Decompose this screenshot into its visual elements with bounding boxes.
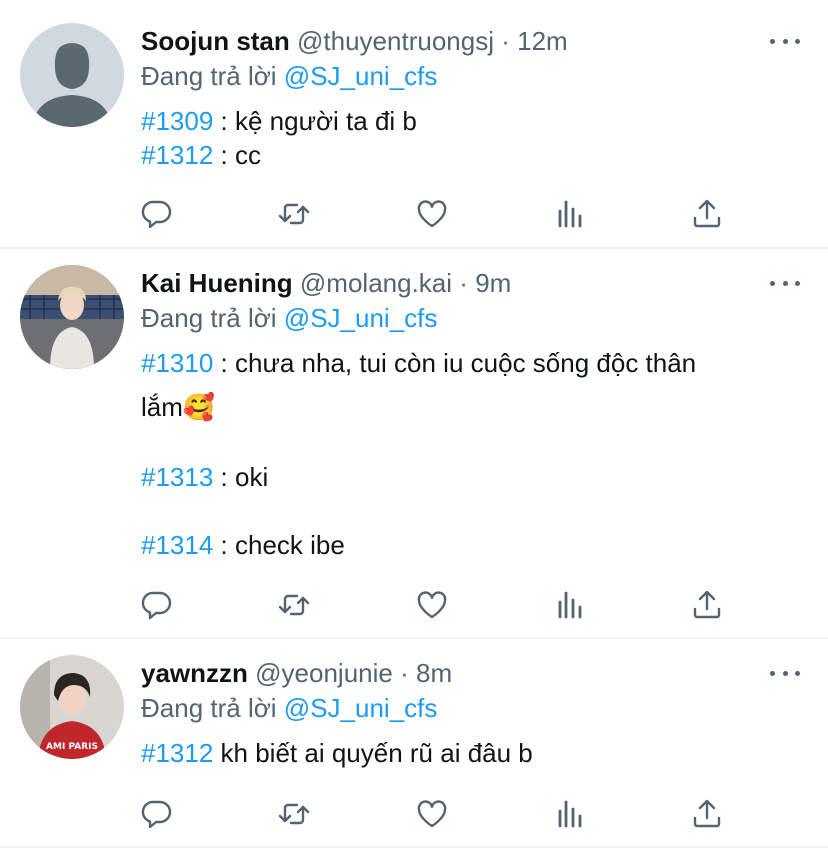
- analytics-icon[interactable]: [553, 797, 587, 831]
- tweet-line: #1313 : oki: [141, 460, 798, 494]
- default-avatar-icon: [20, 23, 124, 127]
- timestamp[interactable]: 12m: [517, 26, 568, 56]
- tweet[interactable]: Soojun stan @thuyentruongsj · 12m Đang t…: [0, 0, 828, 248]
- reply-mention-link[interactable]: @SJ_uni_cfs: [284, 303, 438, 333]
- reply-icon[interactable]: [140, 588, 174, 622]
- tweet-text: #1310 : chưa nha, tui còn iu cuộc sống đ…: [141, 346, 798, 562]
- tweet-feed: Soojun stan @thuyentruongsj · 12m Đang t…: [0, 0, 828, 850]
- tweet-line-text: : kệ người ta đi b: [213, 106, 417, 136]
- tweet-line-text: : chưa nha, tui còn iu cuộc sống độc thâ…: [213, 348, 697, 378]
- like-icon[interactable]: [415, 797, 449, 831]
- tweet-header: Kai Huening @molang.kai · 9m: [141, 265, 768, 301]
- analytics-icon[interactable]: [553, 197, 587, 231]
- tweet[interactable]: AMI PARIS yawnzzn @yeonjunie · 8m Đang t…: [0, 639, 828, 850]
- replying-to: Đang trả lời @SJ_uni_cfs: [141, 300, 437, 336]
- share-icon[interactable]: [690, 197, 724, 231]
- separator-dot: ·: [459, 268, 468, 298]
- divider: [0, 846, 828, 848]
- avatar[interactable]: [20, 23, 124, 127]
- reply-icon[interactable]: [140, 197, 174, 231]
- tweet-actions: [140, 197, 740, 231]
- profile-photo: [20, 265, 124, 369]
- more-options-icon[interactable]: [770, 663, 800, 683]
- reply-mention-link[interactable]: @SJ_uni_cfs: [284, 693, 438, 723]
- display-name[interactable]: yawnzzn: [141, 658, 248, 688]
- more-options-icon[interactable]: [770, 31, 800, 51]
- tweet-line-text: : cc: [213, 140, 261, 170]
- more-options-icon[interactable]: [770, 273, 800, 293]
- timestamp[interactable]: 8m: [416, 658, 452, 688]
- tweet-line-text: lắm🥰: [141, 392, 216, 422]
- hashtag-link[interactable]: #1313: [141, 462, 213, 492]
- tweet-actions: [140, 797, 740, 831]
- replying-to-label: Đang trả lời: [141, 303, 277, 333]
- hashtag-link[interactable]: #1312: [141, 738, 213, 768]
- separator-dot: ·: [501, 26, 510, 56]
- replying-to: Đang trả lời @SJ_uni_cfs: [141, 58, 437, 94]
- avatar[interactable]: [20, 265, 124, 369]
- tweet-header: Soojun stan @thuyentruongsj · 12m: [141, 23, 768, 59]
- tweet-line: lắm🥰: [141, 390, 798, 424]
- svg-text:AMI PARIS: AMI PARIS: [46, 742, 98, 752]
- hashtag-link[interactable]: #1314: [141, 530, 213, 560]
- tweet-header: yawnzzn @yeonjunie · 8m: [141, 655, 768, 691]
- user-handle[interactable]: @thuyentruongsj: [297, 26, 494, 56]
- tweet-line-text: : oki: [213, 462, 269, 492]
- tweet-line-text: kh biết ai quyến rũ ai đâu b: [213, 738, 533, 768]
- like-icon[interactable]: [415, 197, 449, 231]
- tweet[interactable]: Kai Huening @molang.kai · 9m Đang trả lờ…: [0, 249, 828, 638]
- user-handle[interactable]: @molang.kai: [300, 268, 452, 298]
- tweet-line: #1314 : check ibe: [141, 528, 798, 562]
- reply-mention-link[interactable]: @SJ_uni_cfs: [284, 61, 438, 91]
- user-handle[interactable]: @yeonjunie: [255, 658, 393, 688]
- replying-to-label: Đang trả lời: [141, 693, 277, 723]
- hashtag-link[interactable]: #1310: [141, 348, 213, 378]
- replying-to-label: Đang trả lời: [141, 61, 277, 91]
- retweet-icon[interactable]: [277, 588, 311, 622]
- separator-dot: ·: [400, 658, 409, 688]
- reply-icon[interactable]: [140, 797, 174, 831]
- avatar[interactable]: AMI PARIS: [20, 655, 124, 759]
- analytics-icon[interactable]: [553, 588, 587, 622]
- profile-photo: AMI PARIS: [20, 655, 124, 759]
- tweet-text: #1309 : kệ người ta đi b #1312 : cc: [141, 104, 798, 172]
- display-name[interactable]: Soojun stan: [141, 26, 290, 56]
- hashtag-link[interactable]: #1312: [141, 140, 213, 170]
- tweet-line: #1312 kh biết ai quyến rũ ai đâu b: [141, 736, 798, 770]
- retweet-icon[interactable]: [277, 797, 311, 831]
- timestamp[interactable]: 9m: [475, 268, 511, 298]
- retweet-icon[interactable]: [277, 197, 311, 231]
- tweet-line: #1312 : cc: [141, 138, 798, 172]
- tweet-line-text: : check ibe: [213, 530, 345, 560]
- share-icon[interactable]: [690, 797, 724, 831]
- display-name[interactable]: Kai Huening: [141, 268, 293, 298]
- replying-to: Đang trả lời @SJ_uni_cfs: [141, 690, 437, 726]
- share-icon[interactable]: [690, 588, 724, 622]
- like-icon[interactable]: [415, 588, 449, 622]
- tweet-line: #1310 : chưa nha, tui còn iu cuộc sống đ…: [141, 346, 798, 380]
- hashtag-link[interactable]: #1309: [141, 106, 213, 136]
- tweet-text: #1312 kh biết ai quyến rũ ai đâu b: [141, 736, 798, 770]
- tweet-line: #1309 : kệ người ta đi b: [141, 104, 798, 138]
- tweet-actions: [140, 588, 740, 622]
